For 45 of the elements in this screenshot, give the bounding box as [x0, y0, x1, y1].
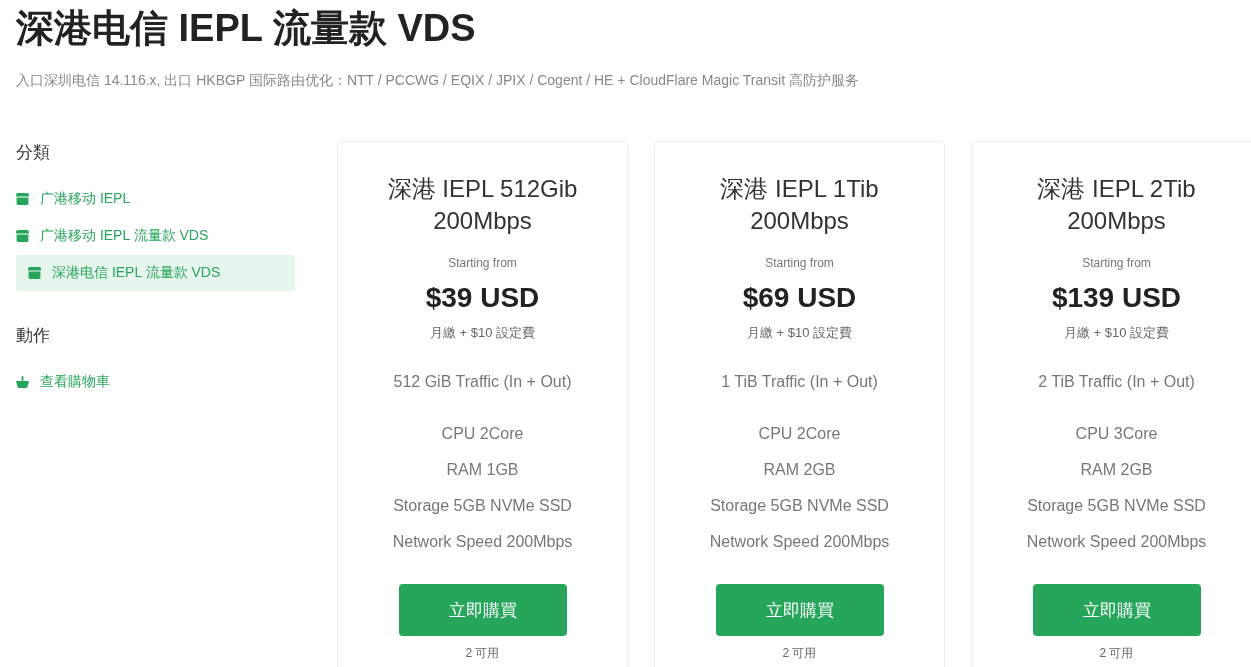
product-spec: RAM 2GB	[1080, 460, 1153, 480]
product-spec: Network Speed 200Mbps	[392, 532, 573, 552]
product-spec: Storage 5GB NVMe SSD	[710, 496, 889, 516]
product-price: $69 USD	[742, 281, 857, 315]
box-icon	[16, 193, 29, 205]
sidebar-heading: 動作	[16, 325, 51, 347]
sidebar-item[interactable]: 广港移动 IEPL	[16, 181, 295, 217]
availability-note: 2 可用	[782, 645, 817, 661]
product-price: $139 USD	[1051, 281, 1182, 315]
product-spec: RAM 2GB	[763, 460, 836, 480]
product-spec: CPU 2Core	[441, 424, 524, 444]
product-spec: Network Speed 200Mbps	[1026, 532, 1207, 552]
buy-now-button[interactable]: 立即購買	[398, 584, 567, 636]
page-subtitle: 入口深圳电信 14.116.x, 出口 HKBGP 国际路由优化：NTT / PCCWG / EQIX / JPIX / Cogent / HE + CloudFlare Magic Transit 高防护服务	[16, 71, 860, 90]
availability-note: 2 可用	[1099, 645, 1134, 661]
traffic-spec: 512 GiB Traffic (In + Out)	[393, 372, 572, 392]
product-spec: Storage 5GB NVMe SSD	[393, 496, 572, 516]
box-icon	[16, 230, 29, 242]
traffic-spec: 1 TiB Traffic (In + Out)	[721, 372, 878, 392]
buy-now-button[interactable]: 立即購買	[1032, 584, 1201, 636]
availability-note: 2 可用	[465, 645, 500, 661]
billing-note: 月繳 + $10 設定費	[746, 324, 853, 342]
traffic-spec: 2 TiB Traffic (In + Out)	[1038, 372, 1195, 392]
product-price: $39 USD	[425, 281, 540, 315]
price-prefix: Starting from	[1082, 255, 1151, 271]
product-spec: RAM 1GB	[446, 460, 519, 480]
product-name: 深港 IEPL 2Tib 200Mbps	[1036, 174, 1197, 236]
buy-now-button[interactable]: 立即購買	[715, 584, 884, 636]
price-prefix: Starting from	[765, 255, 834, 271]
basket-icon	[16, 376, 29, 388]
sidebar-item[interactable]: 广港移动 IEPL 流量款 VDS	[16, 218, 295, 254]
billing-note: 月繳 + $10 設定費	[1063, 324, 1170, 342]
sidebar-item[interactable]: 深港电信 IEPL 流量款 VDS	[16, 255, 295, 291]
page-title: 深港电信 IEPL 流量款 VDS	[16, 6, 477, 51]
product-spec: CPU 3Core	[1075, 424, 1158, 444]
sidebar-heading: 分類	[16, 142, 51, 164]
billing-note: 月繳 + $10 設定費	[429, 324, 536, 342]
product-spec: CPU 2Core	[758, 424, 841, 444]
price-prefix: Starting from	[448, 255, 517, 271]
product-name: 深港 IEPL 512Gib 200Mbps	[386, 174, 579, 236]
product-spec: Network Speed 200Mbps	[709, 532, 890, 552]
box-icon	[28, 267, 41, 279]
sidebar-item[interactable]: 查看購物車	[16, 364, 295, 400]
product-spec: Storage 5GB NVMe SSD	[1027, 496, 1206, 516]
product-name: 深港 IEPL 1Tib 200Mbps	[719, 174, 880, 236]
